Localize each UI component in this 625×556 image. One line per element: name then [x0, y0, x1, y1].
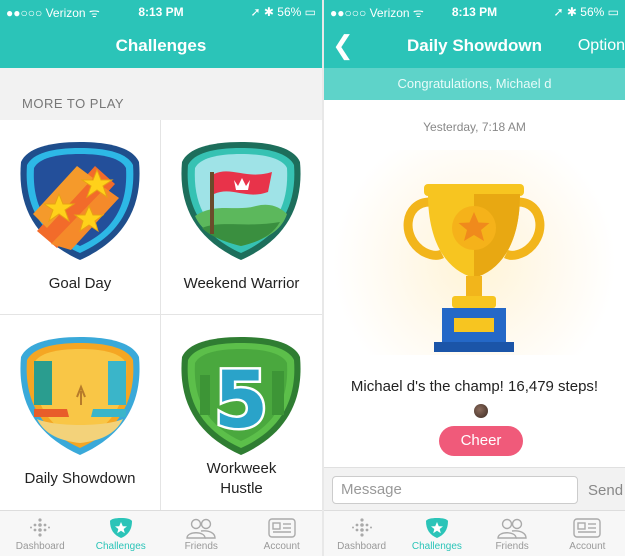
tab-friends[interactable]: Friends — [475, 511, 550, 556]
workweek-hustle-badge-icon: 5 — [181, 337, 301, 455]
tab-label: Dashboard — [15, 541, 65, 552]
tab-label: Friends — [184, 541, 218, 552]
tile-label-line2: Hustle — [220, 480, 263, 497]
challenges-star-icon — [109, 518, 132, 538]
tab-account[interactable]: Account — [242, 511, 323, 556]
goal-day-badge-icon — [20, 142, 140, 260]
send-button[interactable]: Send — [588, 482, 623, 499]
tab-label: Account — [569, 541, 606, 552]
challenge-tile-weekend-warrior[interactable]: Weekend Warrior — [161, 120, 322, 315]
tab-bar: Dashboard Challenges Friends Account — [324, 510, 625, 556]
challenge-tile-workweek-hustle[interactable]: 5 Workweek Hustle — [161, 315, 322, 510]
nav-bar: Challenges — [0, 24, 322, 68]
tab-challenges[interactable]: Challenges — [81, 511, 162, 556]
champion-message: Michael d's the champ! 16,479 steps! — [350, 378, 599, 395]
avatar[interactable] — [474, 404, 488, 418]
tab-label: Dashboard — [337, 541, 387, 552]
champion-card: Michael d's the champ! 16,479 steps! — [324, 358, 625, 412]
tab-challenges[interactable]: Challenges — [399, 511, 474, 556]
challenges-screen: ●●○○○ Verizon ᯤ 8:13 PM ➚ ✱ 56% ▭ Challe… — [0, 0, 322, 556]
timestamp: Yesterday, 7:18 AM — [423, 120, 526, 134]
dashboard-dots-icon — [351, 518, 372, 537]
page-title: Daily Showdown — [406, 36, 543, 55]
message-input[interactable]: Message — [332, 476, 578, 504]
account-card-icon — [573, 518, 602, 538]
options-button[interactable]: Options — [578, 37, 625, 55]
cheer-button[interactable]: Cheer — [439, 426, 523, 456]
challenge-grid: Goal Day Weekend Warrior Daily Showdown … — [0, 120, 322, 510]
challenges-star-icon — [425, 518, 448, 538]
tab-label: Challenges — [411, 541, 462, 552]
tab-label: Account — [263, 541, 300, 552]
back-chevron-icon[interactable]: ❮ — [332, 30, 354, 61]
message-composer: Message Send — [324, 467, 625, 510]
status-time: 8:13 PM — [451, 5, 498, 19]
tile-label-line1: Workweek — [206, 460, 277, 477]
congrats-banner: Congratulations, Michael d — [324, 68, 625, 100]
nav-bar: ❮ Daily Showdown Options — [324, 24, 625, 68]
friends-icon — [497, 518, 527, 539]
status-indicators: ➚ ✱ 56% ▭ — [553, 5, 619, 19]
dashboard-dots-icon — [30, 518, 51, 537]
challenge-tile-daily-showdown[interactable]: Daily Showdown — [0, 315, 161, 510]
carrier-label: ●●○○○ Verizon ᯤ — [330, 5, 424, 20]
section-heading: MORE TO PLAY — [0, 68, 322, 120]
weekend-warrior-badge-icon — [181, 142, 301, 260]
tab-bar: Dashboard Challenges Friends Account — [0, 510, 322, 556]
badge-number: 5 — [214, 356, 268, 446]
status-bar: ●●○○○ Verizon ᯤ 8:13 PM ➚ ✱ 56% ▭ — [0, 0, 322, 24]
tab-account[interactable]: Account — [550, 511, 625, 556]
tile-label: Goal Day — [48, 275, 112, 292]
account-card-icon — [268, 518, 296, 538]
daily-showdown-badge-icon — [20, 337, 140, 455]
status-bar: ●●○○○ Verizon ᯤ 8:13 PM ➚ ✱ 56% ▭ — [324, 0, 625, 24]
carrier-label: ●●○○○ Verizon ᯤ — [6, 5, 100, 20]
tab-label: Friends — [495, 541, 529, 552]
status-time: 8:13 PM — [138, 5, 184, 19]
trophy-icon — [403, 184, 545, 352]
challenge-tile-goal-day[interactable]: Goal Day — [0, 120, 161, 315]
tile-label: Workweek Hustle — [161, 459, 322, 499]
tab-dashboard[interactable]: Dashboard — [0, 511, 81, 556]
status-indicators: ➚ ✱ 56% ▭ — [250, 5, 316, 19]
tile-label: Daily Showdown — [24, 470, 136, 487]
tile-label: Weekend Warrior — [183, 275, 300, 292]
tab-label: Challenges — [95, 541, 146, 552]
daily-showdown-screen: ●●○○○ Verizon ᯤ 8:13 PM ➚ ✱ 56% ▭ ❮ Dail… — [324, 0, 625, 556]
tab-friends[interactable]: Friends — [161, 511, 242, 556]
page-title: Challenges — [115, 36, 207, 55]
friends-icon — [186, 518, 216, 539]
tab-dashboard[interactable]: Dashboard — [324, 511, 399, 556]
